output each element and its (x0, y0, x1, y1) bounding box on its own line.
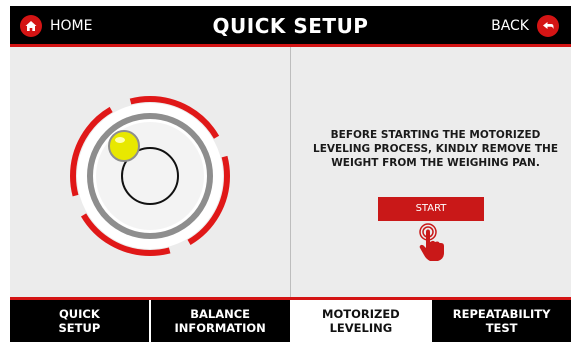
home-label: HOME (50, 18, 93, 34)
home-button[interactable]: HOME (20, 13, 92, 39)
level-indicator-panel (10, 47, 290, 297)
tab-motorized-leveling[interactable]: MOTORIZED LEVELING (291, 300, 433, 342)
back-label: BACK (491, 18, 529, 34)
bottom-tab-bar: QUICK SETUP BALANCE INFORMATION MOTORIZE… (10, 297, 571, 342)
tab-quick-setup[interactable]: QUICK SETUP (10, 300, 151, 342)
level-bubble-highlight (115, 137, 125, 143)
tab-balance-information[interactable]: BALANCE INFORMATION (151, 300, 292, 342)
back-arrow-icon (537, 15, 559, 37)
instruction-panel: BEFORE STARTING THE MOTORIZED LEVELING P… (291, 47, 571, 297)
level-bubble (108, 130, 140, 162)
start-button[interactable]: START (378, 197, 484, 221)
hand-tap-icon (417, 223, 447, 267)
header-bar: HOME QUICK SETUP BACK (10, 6, 571, 47)
main-content: BEFORE STARTING THE MOTORIZED LEVELING P… (10, 47, 571, 297)
tab-repeatability-test[interactable]: REPEATABILITY TEST (432, 300, 571, 342)
leveling-instruction: BEFORE STARTING THE MOTORIZED LEVELING P… (313, 129, 558, 169)
app-frame: HOME QUICK SETUP BACK BEFORE STARTING TH… (10, 6, 571, 342)
home-icon (20, 15, 42, 37)
back-button[interactable]: BACK (491, 13, 559, 39)
page-title: QUICK SETUP (212, 14, 369, 38)
bubble-level-icon (70, 96, 230, 256)
